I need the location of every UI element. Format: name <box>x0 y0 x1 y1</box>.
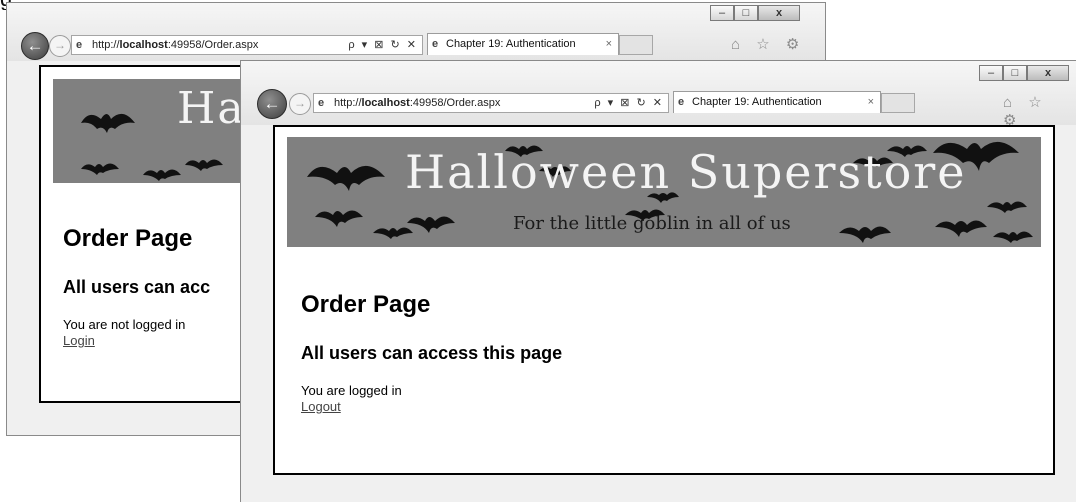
back-maximize-button[interactable]: □ <box>734 5 758 21</box>
back-close-button[interactable]: x <box>758 5 800 21</box>
back-tab-close-icon[interactable]: × <box>606 34 612 55</box>
bat-icon <box>81 163 119 175</box>
back-arrow-icon: ← <box>26 36 44 55</box>
back-window-controls: – □ x <box>710 5 800 21</box>
front-page-subtitle: All users can access this page <box>301 343 563 363</box>
bat-icon <box>935 220 987 237</box>
front-banner-title: Halloween Superstore <box>405 145 967 199</box>
back-forward-button[interactable]: → <box>49 35 71 57</box>
back-arrow-icon: ← <box>263 94 281 113</box>
front-banner: Halloween Superstore For the little gobl… <box>287 137 1041 247</box>
back-address-url: http://localhost:49958/Order.aspx <box>92 39 259 51</box>
back-minimize-button[interactable]: – <box>710 5 734 21</box>
ie-tab-icon: e <box>678 96 685 108</box>
back-page-title: Order Page <box>63 225 193 252</box>
bat-icon <box>81 113 135 133</box>
back-tab-authentication[interactable]: e Chapter 19: Authentication × <box>427 33 619 55</box>
bat-icon <box>307 165 385 191</box>
front-close-button[interactable]: x <box>1027 65 1069 81</box>
bat-icon <box>373 227 413 239</box>
front-minimize-button[interactable]: – <box>979 65 1003 81</box>
back-new-tab-button[interactable] <box>619 35 653 55</box>
front-toolbar-icons[interactable]: ⌂ ☆ ⚙ <box>1003 93 1076 129</box>
back-address-bar[interactable]: e http://localhost:49958/Order.aspx ρ ▾ ⊠… <box>71 35 423 55</box>
front-maximize-button[interactable]: □ <box>1003 65 1027 81</box>
front-page-content: Halloween Superstore For the little gobl… <box>273 125 1055 475</box>
front-address-url: http://localhost:49958/Order.aspx <box>334 97 501 109</box>
front-window-controls: – □ x <box>979 65 1069 81</box>
front-tab-title: Chapter 19: Authentication <box>692 96 822 108</box>
front-new-tab-button[interactable] <box>881 93 915 113</box>
ie-tab-icon: e <box>432 38 439 50</box>
back-back-button[interactable]: ← <box>21 32 49 60</box>
back-toolbar-icons[interactable]: ⌂ ☆ ⚙ <box>731 35 805 53</box>
front-banner-tagline: For the little goblin in all of us <box>513 213 791 234</box>
front-login-status: You are logged in <box>301 383 402 398</box>
bat-icon <box>185 159 223 171</box>
bat-icon <box>407 216 455 233</box>
front-page-title: Order Page <box>301 291 431 318</box>
front-browser-window: – □ x ← → e http://localhost:49958/Order.… <box>240 60 1076 502</box>
back-login-link[interactable]: Login <box>63 333 95 348</box>
front-forward-button[interactable]: → <box>289 93 311 115</box>
front-address-tools[interactable]: ρ ▾ ⊠ ↻ ✕ <box>594 94 664 112</box>
bat-icon <box>987 201 1027 213</box>
bat-icon <box>143 169 181 181</box>
front-address-bar[interactable]: e http://localhost:49958/Order.aspx ρ ▾ ⊠… <box>313 93 669 113</box>
ie-page-icon: e <box>76 39 83 51</box>
back-page-content: Hal Order Page All users can acc You are… <box>39 65 259 403</box>
bat-icon <box>839 226 891 243</box>
back-login-status: You are not logged in <box>63 317 186 332</box>
forward-arrow-icon: → <box>54 38 66 52</box>
front-tab-authentication[interactable]: e Chapter 19: Authentication × <box>673 91 881 113</box>
back-page-subtitle: All users can acc <box>63 277 211 297</box>
ie-page-icon: e <box>318 97 325 109</box>
back-tab-title: Chapter 19: Authentication <box>446 38 576 50</box>
back-address-tools[interactable]: ρ ▾ ⊠ ↻ ✕ <box>348 36 418 54</box>
bat-icon <box>315 210 363 227</box>
bat-icon <box>993 231 1033 243</box>
front-tab-close-icon[interactable]: × <box>868 92 874 113</box>
forward-arrow-icon: → <box>294 96 306 110</box>
front-logout-link[interactable]: Logout <box>301 399 341 414</box>
front-back-button[interactable]: ← <box>257 89 287 119</box>
back-banner: Hal <box>53 79 259 183</box>
